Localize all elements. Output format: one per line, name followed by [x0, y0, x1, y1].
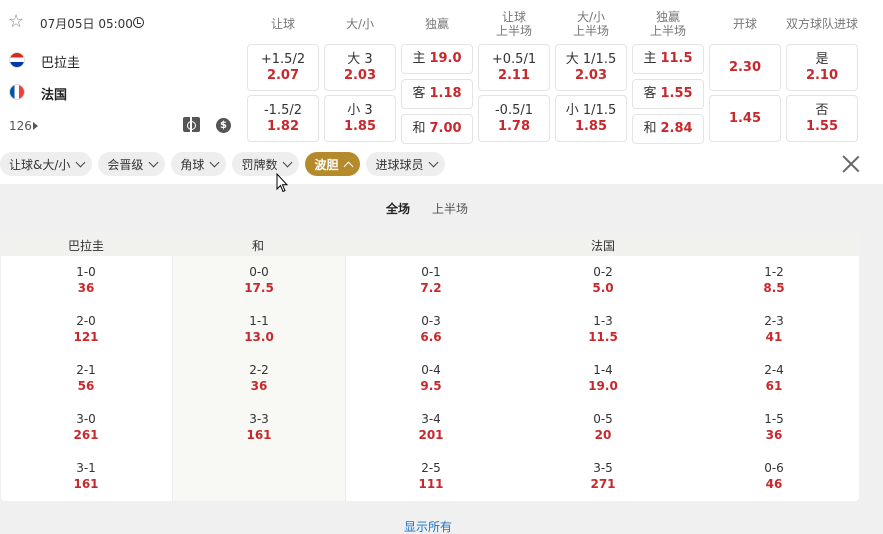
- score-cell[interactable]: 3-0 261: [36, 411, 136, 443]
- mouse-cursor-icon: [276, 173, 288, 193]
- score-cell[interactable]: 3-5 271: [553, 460, 653, 492]
- chevron-right-icon[interactable]: [33, 122, 38, 130]
- score-cell[interactable]: 1-4 19.0: [553, 362, 653, 394]
- odd-handicap-home[interactable]: +1.5/2 2.07: [247, 44, 319, 91]
- score-cell[interactable]: 2-2 36: [209, 362, 309, 394]
- france-flag-icon: [9, 84, 25, 100]
- filter-goalscorer[interactable]: 进球球员: [366, 152, 446, 176]
- close-icon[interactable]: [842, 155, 860, 173]
- odd-under[interactable]: 小 3 1.85: [324, 95, 396, 142]
- column-away: 法国: [591, 239, 616, 253]
- dollar-icon[interactable]: $: [216, 118, 231, 133]
- more-markets-count[interactable]: 126: [9, 119, 32, 133]
- odd-moneyline-1h-away[interactable]: 客 1.55: [632, 79, 704, 109]
- table-header: 巴拉圭 和 法国: [1, 232, 859, 256]
- filter-to-qualify[interactable]: 会晋级: [98, 152, 166, 176]
- favorite-star-icon[interactable]: ☆: [8, 12, 28, 32]
- odd-moneyline-1h-draw[interactable]: 和 2.84: [632, 114, 704, 144]
- clock-icon: [133, 17, 144, 28]
- score-cell[interactable]: 2-5 111: [381, 460, 481, 492]
- odd-handicap-away[interactable]: -1.5/2 1.82: [247, 95, 319, 142]
- tab-first-half[interactable]: 上半场: [432, 200, 468, 217]
- chevron-down-icon: [209, 157, 220, 167]
- header-moneyline-1h: 独赢 上半场: [649, 10, 686, 38]
- column-home: 巴拉圭: [68, 239, 105, 253]
- away-team-name: 法国: [41, 88, 68, 103]
- odd-kickoff-away[interactable]: 1.45: [709, 95, 781, 142]
- column-draw: 和: [252, 239, 265, 253]
- score-cell[interactable]: 0-5 20: [553, 411, 653, 443]
- match-datetime: 07月05日 05:00: [40, 17, 133, 31]
- score-cell[interactable]: 0-2 5.0: [553, 264, 653, 296]
- home-team-name: 巴拉圭: [41, 56, 81, 71]
- score-cell[interactable]: 0-3 6.6: [381, 313, 481, 345]
- show-all-link[interactable]: 显示所有: [404, 518, 452, 534]
- header-over-under-1h: 大/小 上半场: [572, 10, 609, 38]
- odd-moneyline-home[interactable]: 主 19.0: [401, 44, 473, 74]
- score-cell[interactable]: 0-0 17.5: [209, 264, 309, 296]
- score-cell[interactable]: 2-3 41: [724, 313, 824, 345]
- score-cell[interactable]: 2-4 61: [724, 362, 824, 394]
- tab-full-time[interactable]: 全场: [386, 200, 410, 217]
- filter-correct-score[interactable]: 波胆: [305, 152, 361, 176]
- period-tabs: 全场 上半场: [386, 200, 490, 217]
- chevron-up-icon: [344, 161, 354, 171]
- pitch-icon[interactable]: [183, 117, 200, 132]
- chevron-down-icon: [148, 157, 159, 167]
- score-cell[interactable]: 0-4 9.5: [381, 362, 481, 394]
- header-handicap: 让球: [270, 17, 295, 31]
- score-cell[interactable]: 0-1 7.2: [381, 264, 481, 296]
- odd-over[interactable]: 大 3 2.03: [324, 44, 396, 91]
- chevron-down-icon: [75, 157, 86, 167]
- header-kickoff: 开球: [732, 17, 757, 31]
- score-cell[interactable]: 1-2 8.5: [724, 264, 824, 296]
- correct-score-table: 巴拉圭 和 法国 1-0 36 2-0 121 2-1 56 3-0 261 3-1 16…: [1, 232, 859, 501]
- odd-moneyline-draw[interactable]: 和 7.00: [401, 114, 473, 144]
- score-cell[interactable]: 0-6 46: [724, 460, 824, 492]
- score-cell[interactable]: 1-5 36: [724, 411, 824, 443]
- odd-under-1h[interactable]: 小 1/1.5 1.85: [555, 95, 627, 142]
- paraguay-flag-icon: [9, 52, 25, 68]
- odd-handicap-1h-home[interactable]: +0.5/1 2.11: [478, 44, 550, 91]
- score-cell[interactable]: 1-3 11.5: [553, 313, 653, 345]
- score-cell[interactable]: 1-0 36: [36, 264, 136, 296]
- odd-over-1h[interactable]: 大 1/1.5 2.03: [555, 44, 627, 91]
- header-handicap-1h: 让球 上半场: [495, 10, 532, 38]
- score-cell[interactable]: 3-1 161: [36, 460, 136, 492]
- odd-btts-yes[interactable]: 是 2.10: [786, 44, 858, 91]
- header-moneyline: 独赢: [424, 17, 449, 31]
- score-cell[interactable]: 2-1 56: [36, 362, 136, 394]
- header-btts: 双方球队进球: [785, 17, 858, 31]
- odd-moneyline-1h-home[interactable]: 主 11.5: [632, 44, 704, 74]
- score-cell[interactable]: 1-1 13.0: [209, 313, 309, 345]
- filter-corners[interactable]: 角球: [171, 152, 227, 176]
- odd-handicap-1h-away[interactable]: -0.5/1 1.78: [478, 95, 550, 142]
- score-cell[interactable]: 2-0 121: [36, 313, 136, 345]
- filter-cards[interactable]: 罚牌数: [232, 152, 300, 176]
- chevron-down-icon: [429, 157, 439, 167]
- score-cell[interactable]: 3-4 201: [381, 411, 481, 443]
- filter-handicap-ou[interactable]: 让球&大/小: [0, 152, 93, 176]
- odd-kickoff-home[interactable]: 2.30: [709, 44, 781, 91]
- score-cell[interactable]: 3-3 161: [209, 411, 309, 443]
- odd-moneyline-away[interactable]: 客 1.18: [401, 79, 473, 109]
- market-filter-bar: 让球&大/小 会晋级 角球 罚牌数 波胆 进球球员: [0, 152, 451, 176]
- odd-btts-no[interactable]: 否 1.55: [786, 95, 858, 142]
- chevron-down-icon: [283, 157, 293, 167]
- header-over-under: 大/小: [345, 17, 375, 31]
